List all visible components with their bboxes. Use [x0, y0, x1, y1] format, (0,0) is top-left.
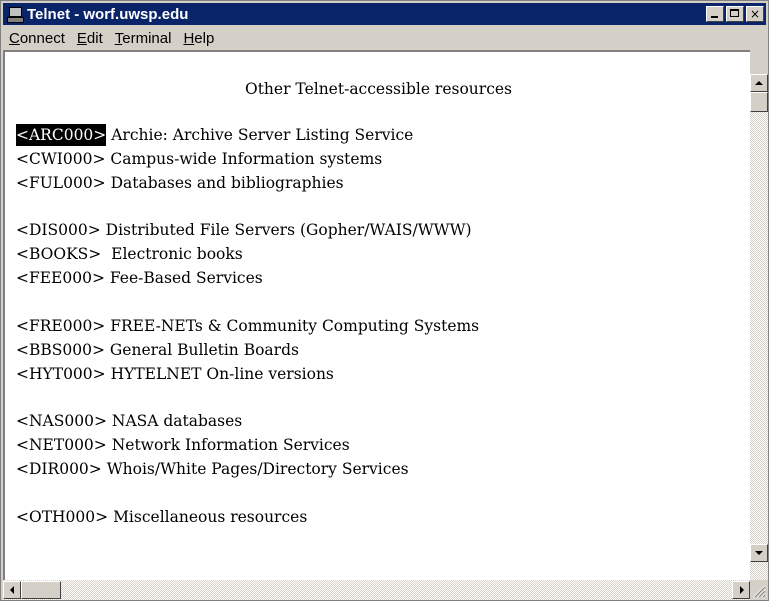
horizontal-scroll-thumb[interactable]: [21, 581, 61, 599]
entry-code[interactable]: <CWI000>: [16, 148, 105, 170]
arrow-right-icon: [740, 586, 744, 594]
entry-line-dis[interactable]: <DIS000> Distributed File Servers (Gophe…: [16, 219, 472, 241]
entry-line-dir[interactable]: <DIR000> Whois/White Pages/Directory Ser…: [16, 458, 409, 480]
entry-text: Campus-wide Information systems: [110, 150, 383, 168]
entry-text: Databases and bibliographies: [110, 174, 344, 192]
menu-edit-rest: dit: [86, 29, 103, 47]
entry-line-bbs[interactable]: <BBS000> General Bulletin Boards: [16, 339, 299, 361]
entry-text: Network Information Services: [111, 436, 350, 454]
menu-terminal-rest: erminal: [122, 29, 172, 47]
window-title: Telnet - worf.uwsp.edu: [27, 5, 189, 23]
entry-code[interactable]: <DIS000>: [16, 219, 101, 241]
entry-line-hyt[interactable]: <HYT000> HYTELNET On-line versions: [16, 363, 334, 385]
entry-code[interactable]: <HYT000>: [16, 363, 106, 385]
maximize-icon: [730, 9, 739, 17]
horizontal-scrollbar[interactable]: [3, 580, 750, 600]
entry-text: HYTELNET On-line versions: [110, 365, 334, 383]
entry-code[interactable]: <NET000>: [16, 434, 107, 456]
entry-text: FREE-NETs & Community Computing Systems: [110, 317, 480, 335]
entry-line-oth[interactable]: <OTH000> Miscellaneous resources: [16, 506, 307, 528]
terminal-screen[interactable]: Other Telnet-accessible resources <ARC00…: [3, 50, 750, 580]
entry-code[interactable]: <BBS000>: [16, 339, 105, 361]
entry-text: NASA databases: [111, 412, 243, 430]
menu-help-rest: elp: [194, 29, 215, 47]
telnet-window: Telnet - worf.uwsp.edu × Connect Edit Te…: [0, 0, 769, 601]
minimize-icon: [711, 16, 718, 18]
entry-code[interactable]: <BOOKS>: [16, 243, 101, 265]
entry-code[interactable]: <FEE000>: [16, 267, 105, 289]
scroll-right-button[interactable]: [732, 581, 750, 599]
scroll-down-button[interactable]: [750, 544, 768, 562]
close-icon: ×: [749, 7, 761, 21]
close-button[interactable]: ×: [746, 6, 764, 22]
entry-code[interactable]: <DIR000>: [16, 458, 102, 480]
menu-bar: Connect Edit Terminal Help: [3, 27, 766, 49]
resize-grip[interactable]: [750, 580, 768, 600]
arrow-down-icon: [755, 551, 763, 555]
menu-connect-accel: C: [9, 29, 20, 47]
vertical-scrollbar[interactable]: [750, 74, 768, 580]
menu-terminal[interactable]: Terminal: [109, 30, 178, 47]
entry-code[interactable]: <FRE000>: [16, 315, 105, 337]
arrow-left-icon: [10, 586, 14, 594]
entry-line-nas[interactable]: <NAS000> NASA databases: [16, 410, 242, 432]
vertical-scroll-thumb[interactable]: [750, 92, 768, 112]
menu-connect-rest: onnect: [19, 29, 65, 47]
scroll-left-button[interactable]: [3, 581, 21, 599]
entry-text: Distributed File Servers (Gopher/WAIS/WW…: [105, 221, 472, 239]
entry-code[interactable]: <NAS000>: [16, 410, 107, 432]
entry-line-ful[interactable]: <FUL000> Databases and bibliographies: [16, 172, 344, 194]
entry-code[interactable]: <FUL000>: [16, 172, 106, 194]
entry-code-selected[interactable]: <ARC000>: [16, 124, 107, 146]
arrow-up-icon: [755, 81, 763, 85]
menu-edit-accel: E: [76, 29, 87, 47]
title-bar[interactable]: Telnet - worf.uwsp.edu ×: [3, 3, 766, 25]
entry-line-net[interactable]: <NET000> Network Information Services: [16, 434, 350, 456]
maximize-button[interactable]: [726, 6, 744, 22]
terminal-heading: Other Telnet-accessible resources: [245, 80, 513, 98]
entry-text: Archie: Archive Server Listing Service: [111, 126, 414, 144]
entry-text: Electronic books: [111, 245, 243, 263]
entry-line-fre[interactable]: <FRE000> FREE-NETs & Community Computing…: [16, 315, 479, 337]
menu-connect[interactable]: Connect: [3, 30, 71, 47]
menu-help-accel: H: [183, 29, 195, 47]
entry-code[interactable]: <OTH000>: [16, 506, 108, 528]
entry-text: Whois/White Pages/Directory Services: [106, 460, 409, 478]
entry-text: Miscellaneous resources: [113, 508, 308, 526]
menu-edit[interactable]: Edit: [71, 30, 109, 47]
entry-text: General Bulletin Boards: [109, 341, 299, 359]
resize-grip-icon: [753, 585, 766, 598]
entry-line-fee[interactable]: <FEE000> Fee-Based Services: [16, 267, 263, 289]
entry-line-cwi[interactable]: <CWI000> Campus-wide Information systems: [16, 148, 382, 170]
entry-line-books[interactable]: <BOOKS> Electronic books: [16, 243, 243, 265]
scroll-up-button[interactable]: [750, 74, 768, 92]
entry-gap: [101, 245, 111, 263]
entry-text: Fee-Based Services: [109, 269, 263, 287]
menu-help[interactable]: Help: [177, 30, 220, 47]
entry-line-arc[interactable]: <ARC000> Archie: Archive Server Listing …: [16, 124, 413, 146]
minimize-button[interactable]: [706, 6, 724, 22]
telnet-terminal-icon[interactable]: [7, 6, 24, 23]
